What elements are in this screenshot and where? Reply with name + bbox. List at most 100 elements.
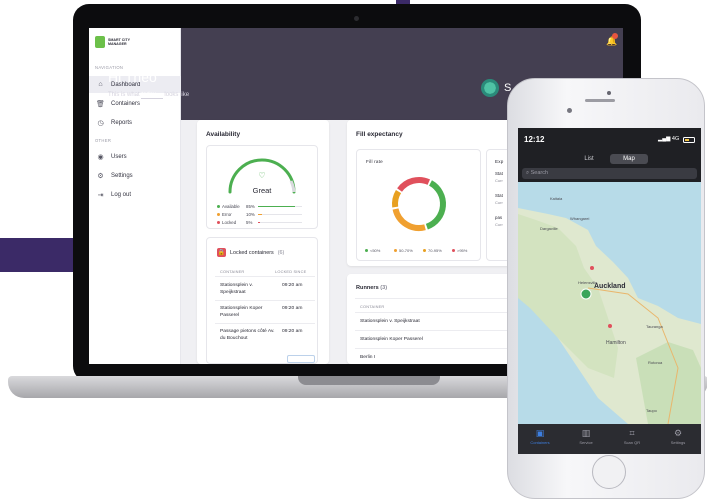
locked-containers-header: 🔒 Locked containers (6) — [217, 248, 284, 257]
view-all-button[interactable] — [287, 355, 315, 363]
trash-icon: 🗑 — [96, 100, 105, 108]
locked-row-time: 09:20 am — [282, 306, 303, 311]
fill-legend-item: >95% — [452, 248, 467, 253]
locked-count: (6) — [277, 249, 285, 256]
map-label: Rotorua — [648, 360, 663, 365]
tab-map[interactable]: Map — [610, 154, 648, 164]
availability-status: Great — [252, 186, 272, 195]
legend-bar-fill — [258, 214, 263, 215]
sidebar-item-logout[interactable]: ⇥ Log out — [89, 186, 181, 203]
fill-legend-item: 50-70% — [394, 248, 413, 253]
locked-row-name[interactable]: Stationsplein v. Speijkstraat — [220, 282, 272, 296]
expected-row: Curr — [495, 222, 503, 227]
sidebar-item-users[interactable]: ◉ Users — [89, 148, 181, 165]
tab-containers[interactable]: ▣ Containers — [520, 428, 560, 445]
sidebar-item-label: Reports — [111, 119, 133, 126]
legend-dot — [365, 249, 368, 252]
fill-legend-item: <50% — [365, 248, 380, 253]
signal-indicator: ▂▄▆ 4G — [658, 136, 680, 142]
container-marker[interactable] — [608, 324, 612, 328]
donut-slice — [392, 208, 426, 231]
map-label: Dargaville — [540, 226, 558, 231]
period-dropdown[interactable]: today ⌄ — [141, 92, 163, 99]
phone-home-button[interactable] — [592, 455, 626, 489]
runners-count: (3) — [380, 285, 388, 291]
locked-row-time: 09:20 am — [282, 283, 303, 288]
col-container: CONTAINER — [220, 269, 245, 274]
runner-row[interactable]: Berlin I — [360, 354, 375, 361]
gear-icon: ⚙ — [673, 428, 683, 438]
legend-pct: 85% — [246, 204, 255, 209]
tab-list[interactable]: List — [570, 154, 608, 164]
legend-pct: 10% — [246, 212, 255, 217]
legend-label: <50% — [370, 248, 381, 253]
legend-bar — [258, 222, 302, 223]
locked-row-time: 09:20 am — [282, 329, 303, 334]
legend-name: Locked — [222, 220, 237, 225]
map-label: Helensville — [578, 280, 598, 285]
period-value: today — [141, 92, 157, 98]
home-icon: ⌂ — [98, 81, 103, 88]
locked-row-name[interactable]: Passage pietons côté Av. du Bouchout — [220, 328, 280, 342]
expected-row: pas — [495, 215, 503, 220]
container-marker[interactable] — [580, 288, 592, 300]
legend-bar-fill — [258, 206, 296, 207]
tab-settings[interactable]: ⚙ Settings — [658, 428, 698, 445]
logo-mark-icon — [95, 36, 105, 48]
legend-name: Available — [222, 204, 240, 209]
sidebar-item-settings[interactable]: ⚙ Settings — [89, 167, 181, 184]
app-logo[interactable]: SMART CITY MANAGER — [95, 36, 136, 48]
map-label: Whangarei — [570, 216, 590, 221]
runner-row[interactable]: Stationsplein v. Speijkstraat — [360, 318, 420, 325]
map-label-auckland: Auckland — [594, 283, 626, 290]
expected-row: Curr — [495, 178, 503, 183]
tab-label: Service — [579, 440, 593, 445]
availability-legend-row: Locked 5% — [217, 220, 302, 225]
tab-scan-qr[interactable]: ⌗ Scan QR — [612, 428, 652, 445]
runners-title: Runners — [356, 285, 379, 291]
other-section-label: OTHER — [95, 138, 112, 143]
divider — [215, 276, 315, 277]
container-marker[interactable] — [590, 266, 594, 270]
expected-row: Curr — [495, 200, 503, 205]
locked-title: Locked containers — [230, 249, 274, 256]
notification-badge — [612, 33, 618, 39]
search-input[interactable]: ⌕ Search — [522, 168, 697, 179]
runner-row[interactable]: Stationsplein Koper Passerel — [360, 336, 423, 343]
availability-gauge: ♡ — [228, 158, 296, 194]
sidebar-item-label: Containers — [111, 100, 141, 107]
greeting-title: Hi Theo — [108, 69, 157, 85]
battery-icon — [683, 137, 695, 143]
legend-dot — [452, 249, 455, 252]
locked-containers-panel: 🔒 Locked containers (6) CONTAINER LOCKED… — [206, 237, 318, 364]
greeting-subtitle: This is what today ⌄ looks like — [108, 91, 190, 99]
legend-label: >95% — [457, 248, 468, 253]
avatar[interactable] — [481, 79, 499, 97]
fill-rate-panel: Fill rate <50% 50-70% 70-95% >95% — [356, 149, 481, 261]
donut-slice — [425, 180, 446, 230]
subtitle-suffix: looks like — [164, 92, 190, 98]
sidebar-item-label: Settings — [111, 172, 133, 179]
phone-screen: Kaitaia Whangarei Dargaville Auckland Ha… — [518, 128, 701, 454]
tab-service[interactable]: ▥ Service — [566, 428, 606, 445]
logo-text: SMART CITY MANAGER — [108, 38, 130, 46]
legend-dot — [394, 249, 397, 252]
phone-front-camera — [567, 108, 572, 113]
map-label: Kaitaia — [550, 196, 563, 201]
map-label: Hamilton — [606, 340, 626, 346]
divider — [215, 300, 315, 301]
legend-label: 50-70% — [399, 248, 413, 253]
availability-title: Availability — [206, 131, 241, 138]
gear-icon: ⚙ — [97, 172, 104, 180]
legend-dot — [423, 249, 426, 252]
legend-label: 70-95% — [428, 248, 442, 253]
sidebar-item-reports[interactable]: ◷ Reports — [89, 114, 181, 131]
sidebar-item-label: Users — [111, 153, 127, 160]
expected-title: Exp — [495, 159, 504, 164]
status-time: 12:12 — [524, 135, 545, 144]
divider — [215, 323, 315, 324]
col-locked-since: LOCKED SINCE — [275, 269, 307, 274]
legend-dot — [217, 213, 220, 216]
locked-row-name[interactable]: Stationsplein Koper Passerel — [220, 305, 272, 319]
legend-bar — [258, 214, 302, 215]
